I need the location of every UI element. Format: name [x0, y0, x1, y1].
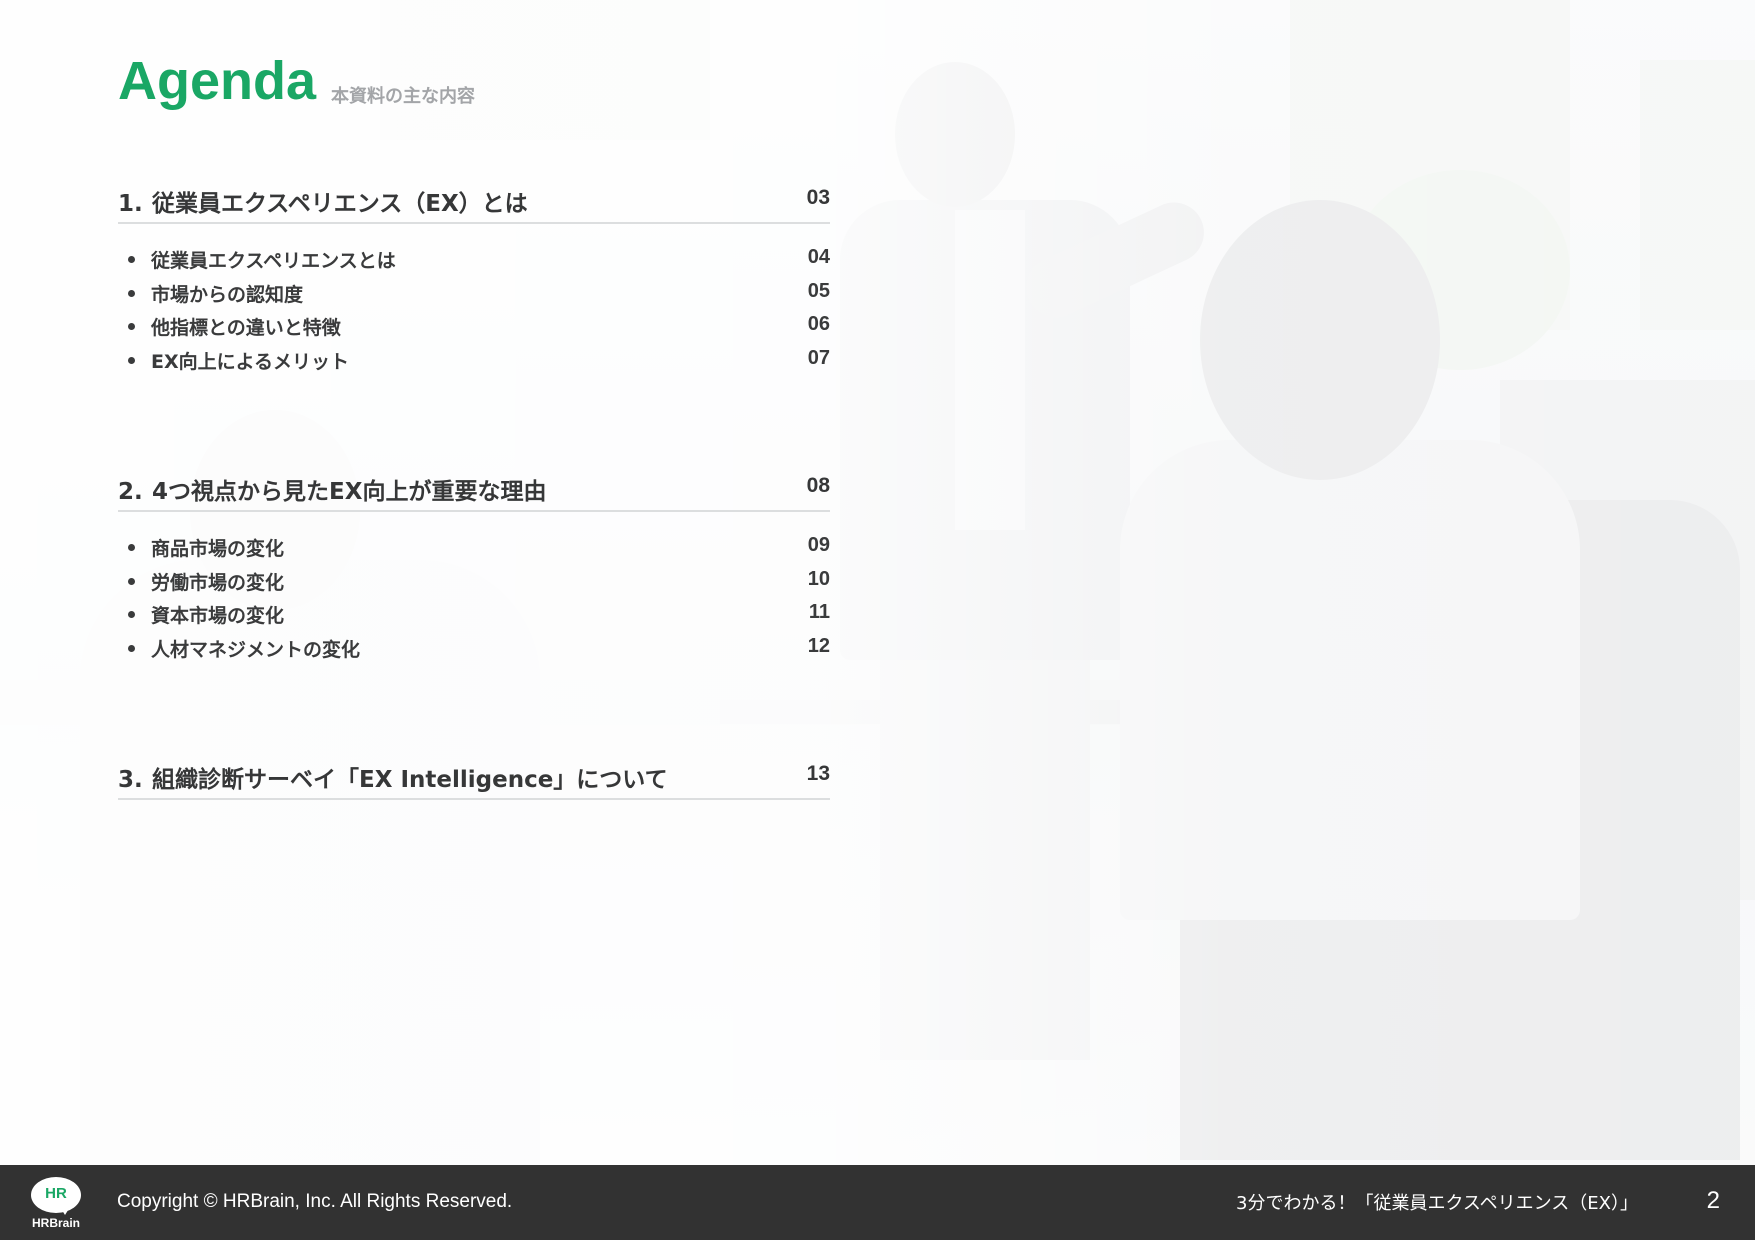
agenda-item[interactable]: 労働市場の変化 10 — [118, 568, 830, 602]
agenda-item-label: 市場からの認知度 — [151, 283, 304, 306]
agenda-item-label: 労働市場の変化 — [151, 571, 285, 594]
section-number: 2. — [118, 479, 143, 505]
section-title: 組織診断サーベイ「EX Intelligence」について — [152, 767, 668, 793]
agenda-item-label: 人材マネジメントの変化 — [151, 638, 361, 661]
agenda-item-page: 04 — [807, 246, 830, 268]
section-title: 従業員エクスペリエンス（EX）とは — [152, 191, 528, 217]
section-page-number: 13 — [806, 762, 830, 785]
agenda-section-3: 3. 組織診断サーベイ「EX Intelligence」について 13 — [118, 754, 830, 800]
page-subtitle: 本資料の主な内容 — [331, 86, 475, 107]
hrbrain-logo: HR HRBrain — [26, 1177, 88, 1233]
agenda-item[interactable]: 従業員エクスペリエンスとは 04 — [118, 246, 830, 280]
section-title: 4つ視点から見たEX向上が重要な理由 — [152, 479, 547, 505]
bullet-icon — [128, 577, 135, 585]
agenda-item-label: 従業員エクスペリエンスとは — [151, 250, 396, 272]
bullet-icon — [128, 256, 135, 263]
agenda-item[interactable]: 市場からの認知度 05 — [118, 280, 830, 314]
logo-mark: HR — [45, 1185, 67, 1202]
section-item-list: 従業員エクスペリエンスとは 04 市場からの認知度 05 他指標との違いと特徴 … — [118, 246, 830, 380]
page-title: Agenda — [118, 51, 317, 111]
agenda-section-2: 2. 4つ視点から見たEX向上が重要な理由 08 商品市場の変化 09 労働市場の… — [118, 466, 830, 668]
agenda-page: Agenda 本資料の主な内容 1. 従業員エクスペリエンス（EX）とは 03 従… — [0, 0, 1755, 1165]
agenda-item[interactable]: 他指標との違いと特徴 06 — [118, 313, 830, 347]
section-item-list: 商品市場の変化 09 労働市場の変化 10 資本市場の変化 11 人材マネジメン… — [118, 534, 830, 668]
logo-wordmark: HRBrain — [31, 1216, 80, 1230]
bullet-icon — [128, 644, 135, 652]
agenda-item[interactable]: 人材マネジメントの変化 12 — [118, 635, 830, 669]
agenda-item-page: 09 — [807, 534, 830, 556]
section-number: 1. — [118, 191, 143, 217]
agenda-item[interactable]: 資本市場の変化 11 — [118, 601, 830, 635]
bullet-icon — [128, 544, 135, 551]
agenda-item-page: 07 — [807, 346, 830, 369]
document-title: 3分でわかる！「従業員エクスペリエンス（EX）」 — [1236, 1193, 1638, 1214]
agenda-item-label: 資本市場の変化 — [151, 605, 285, 627]
footer-bar: HR HRBrain Copyright © HRBrain, Inc. All… — [0, 1165, 1755, 1240]
agenda-item[interactable]: EX向上によるメリット 07 — [118, 347, 830, 381]
section-page-number: 08 — [806, 474, 830, 497]
agenda-item-page: 11 — [808, 601, 830, 623]
agenda-item-page: 10 — [807, 567, 830, 590]
agenda-item-page: 06 — [807, 313, 830, 335]
agenda-item-label: EX向上によるメリット — [151, 350, 350, 373]
section-number: 3. — [118, 767, 143, 793]
bullet-icon — [128, 611, 135, 618]
agenda-section-1: 1. 従業員エクスペリエンス（EX）とは 03 従業員エクスペリエンスとは 04 … — [118, 178, 830, 380]
section-heading[interactable]: 1. 従業員エクスペリエンス（EX）とは 03 — [118, 178, 830, 224]
bullet-icon — [128, 289, 135, 297]
agenda-item-label: 商品市場の変化 — [151, 538, 285, 560]
agenda-item-page: 05 — [807, 279, 830, 302]
copyright-text: Copyright © HRBrain, Inc. All Rights Res… — [117, 1191, 513, 1212]
agenda-item[interactable]: 商品市場の変化 09 — [118, 534, 830, 568]
bullet-icon — [128, 323, 135, 330]
page-number: 2 — [1706, 1187, 1720, 1214]
section-page-number: 03 — [806, 186, 830, 209]
section-heading[interactable]: 3. 組織診断サーベイ「EX Intelligence」について 13 — [118, 754, 830, 800]
agenda-item-label: 他指標との違いと特徴 — [151, 317, 341, 339]
section-heading[interactable]: 2. 4つ視点から見たEX向上が重要な理由 08 — [118, 466, 830, 512]
agenda-item-page: 12 — [807, 634, 830, 657]
bullet-icon — [128, 356, 135, 364]
